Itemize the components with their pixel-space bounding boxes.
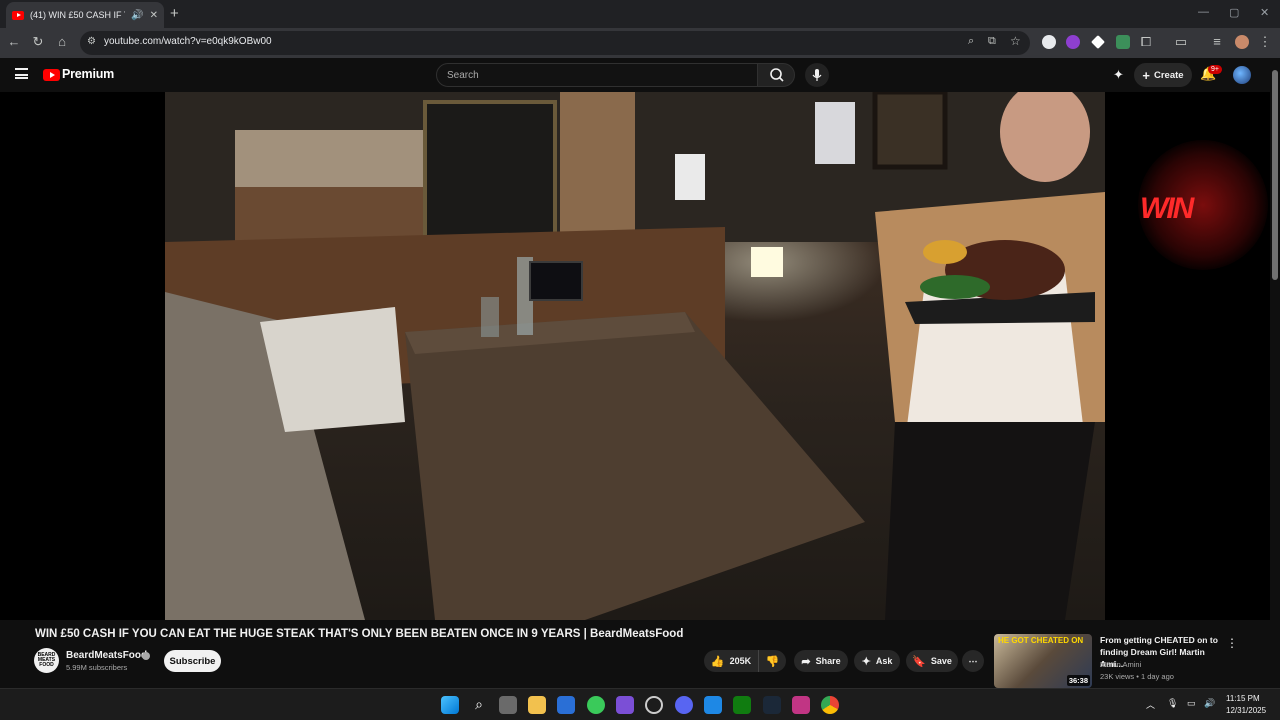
- file-explorer-icon[interactable]: [528, 696, 546, 714]
- volume-icon[interactable]: 🔊: [1204, 698, 1215, 709]
- recommendation-thumbnail[interactable]: HE GOT CHEATED ON 36:38: [994, 634, 1092, 688]
- back-arrow-icon[interactable]: ←: [5, 34, 23, 49]
- subscribe-button[interactable]: Subscribe: [164, 650, 221, 672]
- windows-start-icon[interactable]: [441, 696, 459, 714]
- grid-app-icon[interactable]: [616, 696, 634, 714]
- search-button[interactable]: [757, 63, 795, 87]
- taskbar-time[interactable]: 11:15 PM: [1226, 694, 1260, 703]
- minimize-icon[interactable]: —: [1198, 6, 1209, 18]
- youtube-masthead: Premium Search ✦ + Create 🔔 9+: [0, 58, 1280, 92]
- create-label: Create: [1154, 69, 1184, 81]
- share-icon: ➦: [801, 655, 811, 668]
- notifications-badge: 9+: [1208, 65, 1222, 74]
- mail-icon[interactable]: [704, 696, 722, 714]
- url-text[interactable]: youtube.com/watch?v=e0qk9kOBw00: [104, 36, 272, 47]
- site-info-icon[interactable]: ⚙: [87, 36, 96, 47]
- video-player[interactable]: [0, 92, 1272, 620]
- instagram-icon[interactable]: [792, 696, 810, 714]
- task-view-icon[interactable]: [499, 696, 517, 714]
- browser-tab-strip: (41) WIN £50 CASH IF YOU 🔊 ✕ + — ▢ ✕: [0, 0, 1280, 28]
- chrome-icon[interactable]: [821, 696, 839, 714]
- ask-label: Ask: [875, 656, 893, 666]
- like-count: 205K: [729, 656, 752, 666]
- store-icon[interactable]: [557, 696, 575, 714]
- like-button[interactable]: 👍 205K: [704, 650, 758, 672]
- save-button[interactable]: 🔖 Save: [906, 650, 958, 672]
- discord-icon[interactable]: [675, 696, 693, 714]
- video-scene-image: [165, 92, 1105, 620]
- speaker-icon[interactable]: 🔊: [131, 10, 143, 21]
- share-label: Share: [815, 656, 841, 666]
- thumbnail-caption: HE GOT CHEATED ON: [998, 636, 1084, 645]
- subscriber-count: 5.99M subscribers: [66, 663, 128, 672]
- video-frame[interactable]: [165, 92, 1105, 620]
- maximize-icon[interactable]: ▢: [1229, 6, 1239, 19]
- verified-badge-icon: [142, 652, 150, 660]
- youtube-logo-icon[interactable]: [43, 69, 60, 81]
- page-scrollbar[interactable]: [1270, 58, 1280, 694]
- thumbs-up-icon: 👍: [710, 655, 725, 668]
- bookmark-star-icon[interactable]: ☆: [1010, 34, 1021, 48]
- ask-button[interactable]: ✦ Ask: [854, 650, 900, 672]
- save-label: Save: [930, 656, 952, 666]
- plus-icon[interactable]: +: [170, 5, 179, 22]
- steam-icon[interactable]: [763, 696, 781, 714]
- hamburger-menu-icon[interactable]: [15, 68, 28, 79]
- premium-gift-icon[interactable]: ✦: [1113, 67, 1124, 83]
- recommendation-channel[interactable]: Martin Amini: [1100, 660, 1141, 669]
- scrollbar-thumb[interactable]: [1272, 70, 1278, 280]
- windows-taskbar: ⌕ ︿ 🎙 ▭ 🔊 11:15 PM 12/31/2025: [0, 688, 1280, 720]
- microphone-tray-icon[interactable]: 🎙: [1167, 698, 1178, 709]
- more-vertical-icon[interactable]: ⋮: [1226, 636, 1238, 650]
- plus-icon: +: [1142, 67, 1150, 83]
- microphone-icon: [812, 69, 822, 81]
- taskbar-date[interactable]: 12/31/2025: [1226, 706, 1266, 715]
- extension-icon[interactable]: [1066, 35, 1080, 49]
- network-icon[interactable]: ▭: [1187, 698, 1196, 709]
- recommendation-meta: 23K views • 1 day ago: [1100, 672, 1174, 681]
- thumbs-down-icon: 👎: [765, 655, 780, 668]
- chatgpt-icon[interactable]: [645, 696, 663, 714]
- more-actions-button[interactable]: ⋯: [962, 650, 984, 672]
- close-icon[interactable]: ✕: [150, 10, 158, 21]
- menu-dots-icon[interactable]: ⋮: [1256, 34, 1274, 50]
- profile-avatar[interactable]: [1235, 35, 1249, 49]
- home-icon[interactable]: ⌂: [53, 34, 71, 49]
- tab-title: (41) WIN £50 CASH IF YOU: [30, 10, 125, 20]
- grammarly-extension-icon[interactable]: [1042, 35, 1056, 49]
- chevron-up-icon[interactable]: ︿: [1146, 698, 1155, 711]
- media-control-icon[interactable]: ≡: [1208, 34, 1226, 49]
- youtube-favicon-icon: [12, 10, 24, 20]
- app-icon[interactable]: [587, 696, 605, 714]
- browser-tab[interactable]: (41) WIN £50 CASH IF YOU 🔊 ✕: [6, 2, 164, 28]
- channel-avatar[interactable]: BEARD MEATS FOOD: [34, 648, 59, 673]
- search-input[interactable]: Search: [436, 63, 758, 87]
- search-icon[interactable]: ⌕: [470, 696, 488, 714]
- xbox-icon[interactable]: [733, 696, 751, 714]
- address-bar[interactable]: ⚙ youtube.com/watch?v=e0qk9kOBw00 ⌕ ⧉ ☆: [80, 31, 1030, 55]
- reload-icon[interactable]: ↻: [29, 34, 47, 50]
- cast-icon[interactable]: ⧉: [988, 35, 996, 48]
- youtube-premium-logo[interactable]: Premium: [62, 67, 114, 81]
- share-button[interactable]: ➦ Share: [794, 650, 848, 672]
- search-icon: [770, 68, 784, 82]
- create-button[interactable]: + Create: [1134, 63, 1192, 87]
- channel-name[interactable]: BeardMeatsFood: [66, 650, 147, 661]
- more-dots-icon: ⋯: [968, 655, 978, 666]
- tab-search-icon[interactable]: ▭: [1172, 34, 1190, 50]
- voice-search-button[interactable]: [805, 63, 829, 87]
- account-avatar[interactable]: [1233, 66, 1251, 84]
- diamond-extension-icon[interactable]: [1091, 35, 1105, 49]
- window-close-icon[interactable]: ✕: [1260, 6, 1269, 19]
- extension-badge-icon[interactable]: [1116, 35, 1130, 49]
- puzzle-icon[interactable]: ⧠: [1137, 34, 1155, 50]
- browser-toolbar: ← ↻ ⌂ ⚙ youtube.com/watch?v=e0qk9kOBw00 …: [0, 28, 1280, 58]
- sparkle-icon: ✦: [861, 655, 871, 668]
- video-title: WIN £50 CASH IF YOU CAN EAT THE HUGE STE…: [35, 628, 684, 640]
- bookmark-icon: 🔖: [912, 655, 926, 668]
- video-duration: 36:38: [1066, 675, 1090, 686]
- zoom-icon[interactable]: ⌕: [968, 35, 974, 48]
- dislike-button[interactable]: 👎: [758, 650, 786, 672]
- overlay-text: WIN: [1140, 192, 1194, 225]
